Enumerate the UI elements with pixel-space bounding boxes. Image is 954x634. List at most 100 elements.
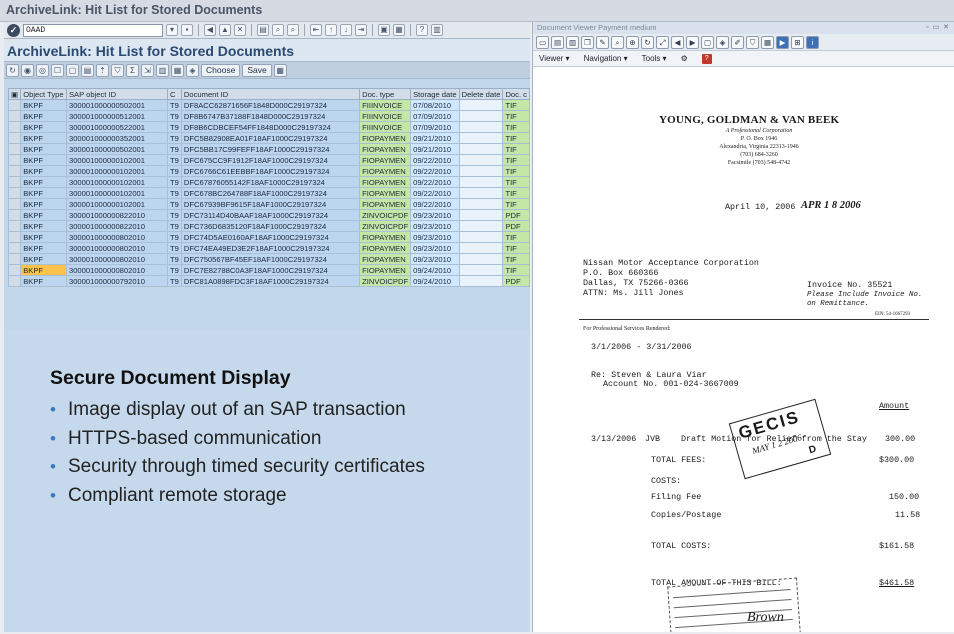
table-row[interactable]: BKPF 300001000000102001 T9 DFC67876055142F1…: [7, 176, 530, 188]
open-icon[interactable]: ▤: [551, 35, 564, 49]
command-field[interactable]: [23, 23, 163, 37]
table-row[interactable]: BKPF 300001000000822010 T9 DFC736D6835120F1…: [7, 220, 530, 232]
export-icon[interactable]: ⇲: [141, 63, 154, 77]
menu-tools[interactable]: Tools ▾: [642, 54, 667, 63]
settings-icon[interactable]: ⚙: [681, 54, 688, 63]
details-icon[interactable]: ◉: [21, 63, 34, 77]
exit-icon[interactable]: ▲: [219, 24, 231, 36]
help-icon[interactable]: ?: [701, 53, 712, 64]
row-selector[interactable]: [7, 264, 22, 276]
row-selector[interactable]: [7, 253, 22, 265]
grid-icon[interactable]: ▦: [273, 63, 287, 77]
prev-page-icon[interactable]: ↑: [325, 24, 337, 36]
annotate-icon[interactable]: ✎: [596, 35, 609, 49]
row-selector[interactable]: [7, 242, 22, 254]
menu-navigation[interactable]: Navigation ▾: [584, 54, 628, 63]
column-header[interactable]: Document ID: [180, 88, 361, 100]
variant-icon[interactable]: ◈: [186, 63, 199, 77]
prev-icon[interactable]: ◀: [671, 35, 684, 49]
shortcut-icon[interactable]: ▦: [393, 24, 405, 36]
column-header[interactable]: C: [167, 88, 182, 100]
row-selector[interactable]: [7, 231, 22, 243]
layout-icon[interactable]: ▦: [761, 35, 774, 49]
new-session-icon[interactable]: ▣: [378, 24, 390, 36]
row-selector[interactable]: [7, 165, 22, 177]
copy-icon[interactable]: ❐: [581, 35, 594, 49]
refresh-icon[interactable]: ↻: [6, 63, 19, 77]
column-header[interactable]: SAP object ID: [65, 88, 169, 100]
table-row[interactable]: BKPF 300001000000502001 T9 DF8ACC62871656F1…: [7, 99, 530, 111]
layout-icon[interactable]: ▦: [171, 63, 184, 77]
info-icon[interactable]: i: [806, 35, 819, 49]
window-controls[interactable]: ▫ ▭ ✕: [926, 23, 950, 31]
row-selector[interactable]: [7, 275, 22, 287]
view-icon[interactable]: ▶: [776, 35, 789, 49]
row-selector[interactable]: [7, 209, 22, 221]
table-row[interactable]: BKPF 300001000000352001 T9 DFC5B82908EA01F1…: [7, 132, 530, 144]
back-icon[interactable]: ◀: [204, 24, 216, 36]
sort-asc-icon[interactable]: ⇡: [96, 63, 109, 77]
print-list-icon[interactable]: ▤: [81, 63, 94, 77]
table-row[interactable]: BKPF 300001000000802010 T9 DFC750567BF45EF1…: [7, 253, 530, 265]
deselect-icon[interactable]: ▢: [66, 63, 79, 77]
display-icon[interactable]: ◎: [36, 63, 49, 77]
table-row[interactable]: BKPF 300001000000802010 T9 DFC7E82788C0A3F1…: [7, 264, 530, 276]
find-icon[interactable]: ⌕: [272, 24, 284, 36]
column-header[interactable]: Doc. c: [502, 88, 530, 100]
column-header[interactable]: Doc. type: [359, 88, 412, 100]
dropdown-icon[interactable]: ▾: [166, 24, 178, 36]
save-icon[interactable]: ▪: [181, 24, 193, 36]
find-next-icon[interactable]: ⌕: [287, 24, 299, 36]
binoculars-icon[interactable]: ⌕: [611, 35, 624, 49]
row-selector[interactable]: [7, 220, 22, 232]
save-layout-button[interactable]: Save: [242, 63, 272, 77]
row-selector[interactable]: [7, 187, 22, 199]
last-page-icon[interactable]: ⇥: [355, 24, 367, 36]
note-icon[interactable]: ▢: [701, 35, 714, 49]
stamp-icon[interactable]: ◈: [716, 35, 729, 49]
select-all-icon[interactable]: ☐: [51, 63, 64, 77]
choose-button[interactable]: Choose: [201, 63, 241, 77]
print-icon[interactable]: ▤: [257, 24, 269, 36]
filter-icon[interactable]: ⛉: [111, 63, 124, 77]
column-header[interactable]: Delete date: [458, 88, 504, 100]
table-row[interactable]: BKPF 300001000000522001 T9 DF8B6CDBCEF54FF1…: [7, 121, 530, 133]
row-selector[interactable]: [7, 143, 22, 155]
filter-icon[interactable]: ⛉: [746, 35, 759, 49]
row-selector[interactable]: [7, 132, 22, 144]
print-icon[interactable]: ▥: [566, 35, 579, 49]
help-icon[interactable]: ?: [416, 24, 428, 36]
cancel-icon[interactable]: ✕: [234, 24, 246, 36]
row-selector[interactable]: [7, 99, 22, 111]
fit-icon[interactable]: ⤢: [656, 35, 669, 49]
sum-icon[interactable]: Σ: [126, 63, 139, 77]
select-all-column[interactable]: ▣: [7, 88, 22, 100]
menu-viewer[interactable]: Viewer ▾: [539, 54, 570, 63]
row-selector[interactable]: [7, 154, 22, 166]
row-selector[interactable]: [7, 110, 22, 122]
zoom-icon[interactable]: ⊕: [626, 35, 639, 49]
table-row[interactable]: BKPF 300001000000822010 T9 DFC73114D40BAAF1…: [7, 209, 530, 221]
next-icon[interactable]: ▶: [686, 35, 699, 49]
row-selector[interactable]: [7, 121, 22, 133]
layout-icon[interactable]: ▥: [431, 24, 443, 36]
page-icon[interactable]: ▭: [536, 35, 549, 49]
table-row[interactable]: BKPF 300001000000512001 T9 DF8B6747B37188F1…: [7, 110, 530, 122]
rotate-icon[interactable]: ↻: [641, 35, 654, 49]
table-row[interactable]: BKPF 300001000000102001 T9 DFC678BC264788F1…: [7, 187, 530, 199]
next-page-icon[interactable]: ↓: [340, 24, 352, 36]
highlight-icon[interactable]: ✐: [731, 35, 744, 49]
table-row[interactable]: BKPF 300001000000502001 T9 DFC5BB17C99FEFF1…: [7, 143, 530, 155]
row-selector[interactable]: [7, 198, 22, 210]
table-row[interactable]: BKPF 300001000000802010 T9 DFC74D5AE0160AF1…: [7, 231, 530, 243]
first-page-icon[interactable]: ⇤: [310, 24, 322, 36]
table-row[interactable]: BKPF 300001000000802010 T9 DFC74EA49ED3E2F1…: [7, 242, 530, 254]
enter-icon[interactable]: ✓: [7, 23, 20, 37]
table-row[interactable]: BKPF 300001000000102001 T9 DFC6766C61EEBBF1…: [7, 165, 530, 177]
column-icon[interactable]: ▥: [156, 63, 169, 77]
column-header[interactable]: Storage date: [410, 88, 460, 100]
table-row[interactable]: BKPF 300001000000102001 T9 DFC675CC9F1912F1…: [7, 154, 530, 166]
table-row[interactable]: BKPF 300001000000792010 T9 DFC81A0898FDC3F1…: [7, 275, 530, 287]
table-row[interactable]: BKPF 300001000000102001 T9 DFC67939BF9615F1…: [7, 198, 530, 210]
column-header[interactable]: Object Type: [20, 88, 67, 100]
